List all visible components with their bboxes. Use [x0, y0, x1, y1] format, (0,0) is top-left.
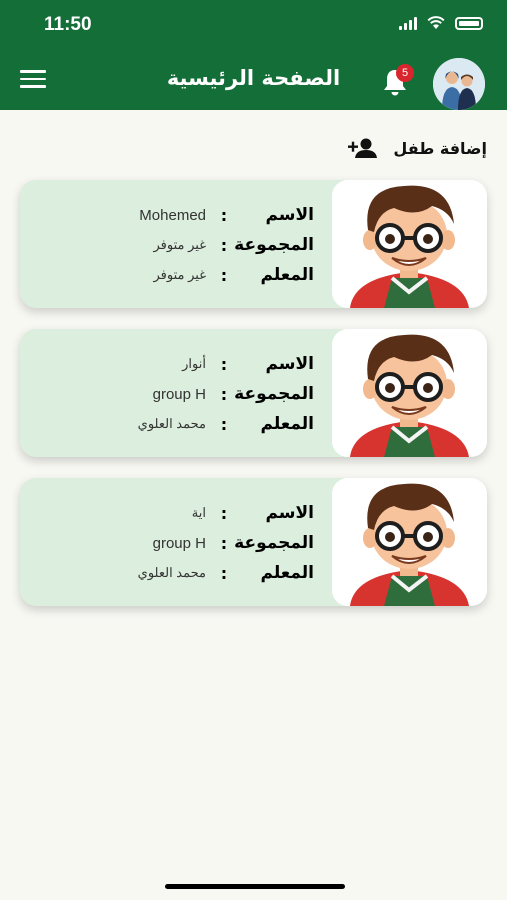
child-teacher: محمد العلوي — [137, 565, 206, 580]
teacher-label: المعلم — [260, 563, 314, 583]
teacher-label: المعلم — [260, 414, 314, 434]
child-photo — [332, 478, 487, 606]
group-label: المجموعة — [234, 533, 314, 553]
child-photo — [332, 329, 487, 457]
child-group: group H — [152, 385, 206, 403]
add-child-button[interactable]: إضافة طفل — [347, 136, 487, 160]
child-teacher: محمد العلوي — [137, 416, 206, 431]
child-photo — [332, 180, 487, 308]
child-card[interactable]: الاسم : أنوار المجموعة : group H المعلم … — [20, 329, 487, 457]
group-label: المجموعة — [234, 384, 314, 404]
teacher-label: المعلم — [260, 265, 314, 285]
child-card[interactable]: الاسم : اية المجموعة : group H المعلم : … — [20, 478, 487, 606]
name-label: الاسم — [265, 205, 314, 225]
boy-avatar-icon — [332, 478, 487, 606]
boy-avatar-icon — [332, 329, 487, 457]
page-title: الصفحة الرئيسية — [166, 66, 341, 90]
family-avatar-icon — [433, 58, 485, 110]
child-name: اية — [191, 505, 206, 520]
battery-icon — [455, 16, 483, 30]
name-label: الاسم — [265, 354, 314, 374]
home-indicator[interactable] — [165, 884, 345, 889]
signal-icon — [399, 16, 417, 30]
name-label: الاسم — [265, 503, 314, 523]
child-teacher: غير متوفر — [153, 267, 207, 282]
notification-badge: 5 — [396, 64, 414, 82]
child-name: أنوار — [182, 356, 206, 371]
boy-avatar-icon — [332, 180, 487, 308]
child-card[interactable]: الاسم : Mohemed المجموعة : غير متوفر الم… — [20, 180, 487, 308]
wifi-icon — [427, 16, 445, 29]
app-header: 11:50 الصفحة الرئيسية 5 — [0, 0, 507, 110]
add-user-icon — [348, 138, 378, 158]
profile-avatar[interactable] — [433, 58, 485, 110]
child-group: group H — [152, 534, 206, 552]
status-icons — [399, 16, 483, 30]
group-label: المجموعة — [234, 235, 314, 255]
child-name: Mohemed — [139, 206, 206, 224]
child-group: غير متوفر — [153, 237, 207, 252]
add-child-label: إضافة طفل — [393, 138, 487, 158]
status-time: 11:50 — [44, 14, 92, 35]
